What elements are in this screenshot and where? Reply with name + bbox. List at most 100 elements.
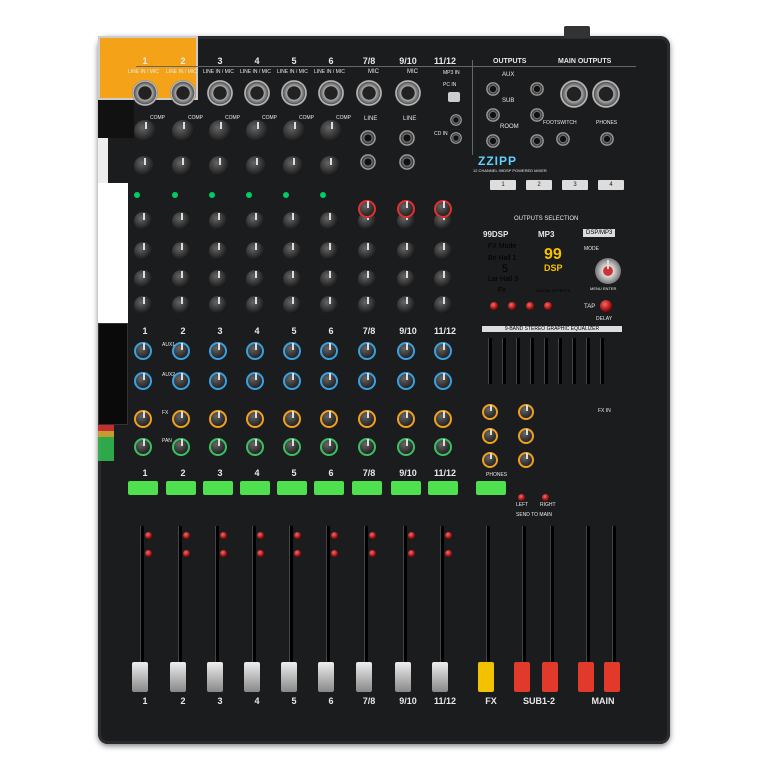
main-button[interactable] (294, 550, 301, 557)
pan-knob[interactable] (246, 438, 264, 456)
pan-knob[interactable] (434, 438, 452, 456)
gain-knob[interactable] (320, 156, 340, 176)
channel-fader[interactable] (318, 662, 334, 692)
pan-knob[interactable] (209, 438, 227, 456)
master-knob[interactable] (482, 428, 498, 444)
main-button[interactable] (445, 550, 452, 557)
output-select-button[interactable]: 1 (490, 180, 516, 190)
mute-button[interactable] (220, 532, 227, 539)
eq-knob[interactable] (172, 296, 190, 314)
fx-knob[interactable] (246, 410, 264, 428)
gain-knob[interactable] (434, 200, 452, 218)
eq-knob[interactable] (434, 242, 452, 260)
xlr-input[interactable] (395, 80, 421, 106)
eq-knob[interactable] (358, 296, 376, 314)
main-button[interactable] (369, 550, 376, 557)
eq-knob[interactable] (358, 242, 376, 260)
aux2-knob[interactable] (397, 372, 415, 390)
aux2-knob[interactable] (246, 372, 264, 390)
channel-fader[interactable] (395, 662, 411, 692)
output-jack[interactable] (530, 82, 544, 96)
eq-knob[interactable] (397, 296, 415, 314)
channel-fader[interactable] (281, 662, 297, 692)
mute-button[interactable] (145, 532, 152, 539)
output-jack[interactable] (530, 108, 544, 122)
eq-knob[interactable] (209, 212, 227, 230)
usb-port[interactable] (448, 92, 460, 102)
comp-knob[interactable] (209, 120, 231, 142)
fx-knob[interactable] (434, 410, 452, 428)
eq-knob[interactable] (209, 270, 227, 288)
master-knob[interactable] (518, 452, 534, 468)
sub2-fader[interactable] (542, 662, 558, 692)
gain-knob[interactable] (172, 156, 192, 176)
mute-button[interactable] (257, 532, 264, 539)
mute-button[interactable] (183, 532, 190, 539)
pan-knob[interactable] (358, 438, 376, 456)
aux1-knob[interactable] (320, 342, 338, 360)
combo-jack-input[interactable] (244, 80, 270, 106)
gain-knob[interactable] (283, 156, 303, 176)
line-jack-r[interactable] (360, 154, 376, 170)
dsp-button[interactable] (490, 302, 498, 310)
aux2-knob[interactable] (434, 372, 452, 390)
eq-knob[interactable] (358, 270, 376, 288)
eq-knob[interactable] (134, 296, 152, 314)
pan-knob[interactable] (320, 438, 338, 456)
aux2-knob[interactable] (134, 372, 152, 390)
eq-knob[interactable] (320, 212, 338, 230)
cd-in-jack-l[interactable] (450, 114, 462, 126)
gain-knob[interactable] (397, 200, 415, 218)
comp-knob[interactable] (134, 120, 156, 142)
eq-knob[interactable] (434, 296, 452, 314)
dsp-button[interactable] (508, 302, 516, 310)
channel-fader[interactable] (132, 662, 148, 692)
eq-knob[interactable] (320, 270, 338, 288)
fx-knob[interactable] (397, 410, 415, 428)
aux1-knob[interactable] (358, 342, 376, 360)
eq-knob[interactable] (283, 242, 301, 260)
eq-knob[interactable] (246, 212, 264, 230)
main-fader-r[interactable] (604, 662, 620, 692)
output-select-button[interactable]: 4 (598, 180, 624, 190)
channel-fader[interactable] (207, 662, 223, 692)
output-jack[interactable] (486, 134, 500, 148)
eq-knob[interactable] (172, 242, 190, 260)
gain-knob[interactable] (134, 156, 154, 176)
aux2-knob[interactable] (320, 372, 338, 390)
comp-knob[interactable] (283, 120, 305, 142)
combo-jack-input[interactable] (281, 80, 307, 106)
eq-knob[interactable] (283, 212, 301, 230)
aux2-knob[interactable] (358, 372, 376, 390)
fx-knob[interactable] (320, 410, 338, 428)
combo-jack-input[interactable] (170, 80, 196, 106)
master-knob[interactable] (518, 428, 534, 444)
output-select-button[interactable]: 3 (562, 180, 588, 190)
output-jack[interactable] (486, 108, 500, 122)
main-fader-l[interactable] (578, 662, 594, 692)
eq-knob[interactable] (134, 270, 152, 288)
tap-button[interactable] (600, 300, 612, 312)
pan-knob[interactable] (134, 438, 152, 456)
master-knob[interactable] (518, 404, 534, 420)
pan-knob[interactable] (283, 438, 301, 456)
fx-knob[interactable] (134, 410, 152, 428)
aux1-knob[interactable] (134, 342, 152, 360)
aux1-knob[interactable] (246, 342, 264, 360)
comp-knob[interactable] (172, 120, 194, 142)
eq-knob[interactable] (172, 212, 190, 230)
comp-knob[interactable] (246, 120, 268, 142)
gain-knob[interactable] (358, 200, 376, 218)
dsp-button[interactable] (544, 302, 552, 310)
main-button[interactable] (183, 550, 190, 557)
mute-button[interactable] (294, 532, 301, 539)
eq-knob[interactable] (209, 296, 227, 314)
fx-fader[interactable] (478, 662, 494, 692)
aux2-knob[interactable] (209, 372, 227, 390)
fx-knob[interactable] (209, 410, 227, 428)
eq-knob[interactable] (283, 296, 301, 314)
eq-knob[interactable] (320, 296, 338, 314)
main-button[interactable] (220, 550, 227, 557)
phones-jack[interactable] (600, 132, 614, 146)
aux1-knob[interactable] (283, 342, 301, 360)
